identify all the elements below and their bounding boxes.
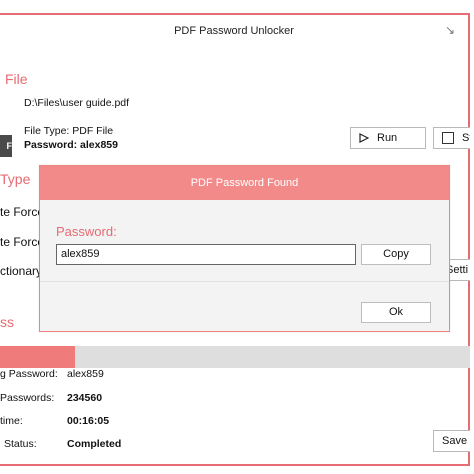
dialog-title: PDF Password Found bbox=[40, 166, 449, 200]
passwords-label: Passwords: bbox=[0, 392, 55, 404]
attack-option-bruteforce-2[interactable]: te Force bbox=[0, 235, 44, 249]
file-path: D:\Files\user guide.pdf bbox=[24, 97, 130, 109]
progress-bar bbox=[0, 346, 470, 368]
dialog-password-label: Password: bbox=[56, 224, 117, 239]
progress-section-title: ss bbox=[0, 314, 14, 330]
password-found-dialog: PDF Password Found Password: alex859 Cop… bbox=[39, 165, 450, 332]
time-label: time: bbox=[0, 415, 23, 427]
type-section-title: Type bbox=[0, 171, 31, 187]
passwords-value: 234560 bbox=[67, 392, 103, 404]
current-password-label: g Password: bbox=[0, 368, 58, 380]
save-button[interactable]: Save I bbox=[433, 430, 470, 452]
file-type: File Type: PDF File bbox=[24, 125, 114, 137]
main-window: PDF Password Unlocker ↘ File D:\Files\us… bbox=[0, 13, 470, 466]
ok-button[interactable]: Ok bbox=[361, 302, 431, 323]
attack-option-bruteforce-1[interactable]: te Force bbox=[0, 205, 44, 219]
progress-fill bbox=[0, 346, 75, 368]
dialog-password-field[interactable]: alex859 bbox=[56, 244, 356, 265]
stop-icon bbox=[442, 132, 454, 145]
file-password: Password: alex859 bbox=[24, 139, 118, 151]
copy-button[interactable]: Copy bbox=[361, 244, 431, 265]
time-value: 00:16:05 bbox=[67, 415, 110, 427]
stop-button[interactable]: Sto bbox=[433, 127, 470, 149]
current-password-value: alex859 bbox=[67, 368, 104, 380]
run-button[interactable]: Run bbox=[350, 127, 426, 149]
status-value: Completed bbox=[67, 438, 122, 450]
minimize-arrow-icon[interactable]: ↘ bbox=[442, 22, 458, 38]
dialog-divider bbox=[40, 281, 449, 282]
status-label: Status: bbox=[4, 438, 37, 450]
play-icon bbox=[359, 133, 369, 144]
window-title: PDF Password Unlocker bbox=[174, 25, 294, 37]
file-section-title: File bbox=[5, 71, 28, 87]
pdf-file-icon: F bbox=[0, 135, 12, 157]
